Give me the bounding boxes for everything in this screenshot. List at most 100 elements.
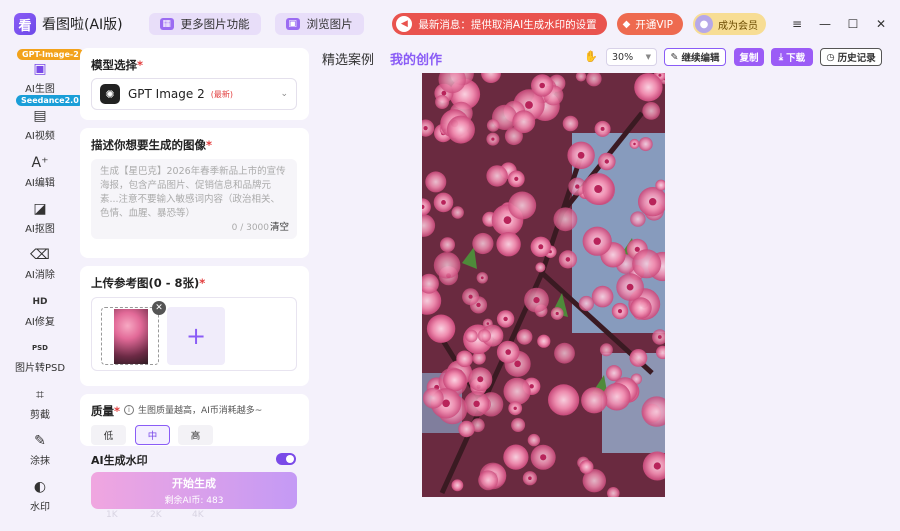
avatar: ● — [695, 15, 713, 33]
member-button[interactable]: ● 成为会员 — [693, 13, 766, 35]
download-button[interactable]: ⤓ 下载 — [771, 48, 813, 66]
sidebar-item-label: AI视频 — [25, 131, 55, 142]
sidebar-item-ai-edit[interactable]: A⁺ AI编辑 — [0, 154, 80, 189]
cherry-blossom-image — [422, 73, 665, 497]
hd-repair-icon: HD — [32, 297, 48, 307]
generated-image-preview[interactable] — [422, 73, 665, 497]
sidebar: GPT-Image-2 ▣ AI生图 Seedance2.0 ▤ AI视频 A⁺… — [0, 48, 84, 531]
vip-button[interactable]: ◆ 开通VIP — [616, 13, 683, 35]
remaining-coins: 剩余AI币: 483 — [164, 496, 224, 506]
model-select[interactable]: ✺ GPT Image 2 (最新) ⌄ — [91, 78, 297, 110]
zoom-select[interactable]: 30% ▼ — [606, 48, 657, 66]
main-tabs: 精选案例 我的创作 — [322, 49, 458, 68]
openai-icon: ✺ — [100, 84, 120, 104]
gpt-image-tag: GPT-Image-2 — [17, 49, 84, 60]
sidebar-item-label: 剪截 — [30, 410, 50, 421]
sidebar-item-ai-image[interactable]: ▣ AI生图 — [0, 60, 80, 95]
remove-thumbnail-icon[interactable]: ✕ — [152, 301, 166, 315]
sidebar-item-label: 水印 — [30, 502, 50, 513]
char-counter: 0 / 3000 — [231, 223, 269, 233]
copy-button[interactable]: 复制 — [734, 48, 764, 66]
quality-high-button[interactable]: 高 — [178, 425, 213, 445]
generate-label: 开始生成 — [172, 477, 216, 490]
app-title: 看图啦(AI版) — [42, 17, 123, 33]
model-card: 模型选择* ✺ GPT Image 2 (最新) ⌄ — [80, 48, 309, 120]
app-logo: 看 — [14, 13, 36, 35]
sidebar-item-watermark[interactable]: ◐ 水印 — [0, 478, 80, 513]
sidebar-item-crop[interactable]: ⌗ 剪截 — [0, 386, 80, 421]
tab-featured[interactable]: 精选案例 — [322, 49, 374, 68]
watermark-toggle[interactable] — [276, 453, 296, 465]
watermark-row: AI生成水印 — [80, 452, 309, 468]
ai-edit-icon: A⁺ — [31, 155, 49, 171]
prompt-input[interactable]: 生成【星巴克】2026年春季新品上市的宣传海报，包含产品图片、促销信息和品牌元素… — [91, 159, 297, 239]
member-label: 成为会员 — [718, 20, 758, 32]
upload-card: 上传参考图(0 - 8张)* ✕ + — [80, 266, 309, 386]
notice-banner[interactable]: ◀ 最新消息：提供取消AI生成水印的设置 — [392, 13, 607, 35]
clock-icon: ◷ — [826, 51, 835, 63]
chevron-down-icon: ▼ — [645, 53, 651, 61]
model-title: 模型选择* — [91, 58, 144, 72]
quality-title: 质量* — [91, 404, 121, 418]
sidebar-item-label: 涂抹 — [30, 456, 50, 467]
ghost-label: 1K — [106, 510, 118, 520]
menu-icon[interactable]: ≡ — [786, 17, 808, 31]
quality-medium-button[interactable]: 中 — [135, 425, 170, 445]
info-icon: i — [124, 404, 134, 415]
reference-thumbnail[interactable] — [101, 307, 159, 365]
watermark-label: AI生成水印 — [91, 454, 148, 467]
psd-icon: PSD — [32, 344, 48, 352]
quality-hint: i 生图质量越高，AI币消耗越多~ — [124, 403, 262, 416]
edit-icon: ✎ — [670, 51, 679, 63]
crop-icon: ⌗ — [36, 387, 44, 403]
video-icon: ▤ — [33, 108, 47, 124]
speaker-icon: ◀ — [396, 16, 413, 32]
clear-button[interactable]: 清空 — [270, 221, 289, 235]
model-name: GPT Image 2 — [128, 87, 205, 101]
add-image-button[interactable]: + — [167, 307, 225, 365]
upload-title: 上传参考图(0 - 8张)* — [91, 276, 206, 290]
vip-label: 开通VIP — [635, 18, 673, 31]
browse-images-button[interactable]: ▣ 浏览图片 — [274, 13, 364, 35]
title-bar: 看 看图啦(AI版) ▦ 更多图片功能 ▣ 浏览图片 ◀ 最新消息：提供取消AI… — [0, 0, 900, 48]
quality-low-button[interactable]: 低 — [91, 425, 126, 445]
sidebar-item-ai-cutout[interactable]: ◪ AI抠图 — [0, 200, 80, 235]
history-button[interactable]: ◷ 历史记录 — [820, 48, 882, 66]
sidebar-item-ai-video[interactable]: ▤ AI视频 — [0, 107, 80, 142]
sidebar-item-smear[interactable]: ✎ 涂抹 — [0, 432, 80, 467]
sidebar-item-label: AI抠图 — [25, 224, 55, 235]
close-icon[interactable]: ✕ — [870, 17, 892, 31]
upload-area: ✕ + — [91, 297, 297, 371]
sidebar-item-label: AI生图 — [25, 84, 55, 95]
prompt-placeholder: 生成【星巴克】2026年春季新品上市的宣传海报，包含产品图片、促销信息和品牌元素… — [100, 166, 286, 219]
more-features-label: 更多图片功能 — [180, 17, 250, 31]
new-badge: (最新) — [210, 89, 233, 99]
seedance-tag: Seedance2.0 — [16, 95, 84, 106]
grid-icon: ▦ — [159, 18, 174, 30]
maximize-icon[interactable]: ☐ — [842, 17, 864, 31]
sidebar-item-ai-erase[interactable]: ⌫ AI消除 — [0, 246, 80, 281]
chevron-down-icon: ⌄ — [280, 89, 288, 99]
sidebar-item-label: AI修复 — [25, 317, 55, 328]
zoom-value: 30% — [612, 51, 634, 63]
ghost-label: 4K — [192, 510, 204, 520]
sidebar-item-label: AI编辑 — [25, 178, 55, 189]
notice-text: 最新消息：提供取消AI生成水印的设置 — [418, 18, 597, 31]
cutout-icon: ◪ — [33, 201, 47, 217]
sidebar-item-to-psd[interactable]: PSD 图片转PSD — [0, 339, 80, 374]
quality-card: 质量* i 生图质量越高，AI币消耗越多~ 低 中 高 — [80, 394, 309, 446]
image-gen-icon: ▣ — [33, 61, 47, 77]
generate-button[interactable]: 开始生成 剩余AI币: 483 — [91, 472, 297, 509]
continue-edit-button[interactable]: ✎ 继续编辑 — [664, 48, 726, 66]
browse-images-label: 浏览图片 — [306, 17, 353, 31]
sidebar-item-label: 图片转PSD — [14, 363, 66, 374]
minimize-icon[interactable]: — — [814, 17, 836, 31]
sidebar-item-ai-repair[interactable]: HD AI修复 — [0, 293, 80, 328]
smear-icon: ✎ — [34, 433, 46, 449]
diamond-icon: ◆ — [622, 18, 631, 30]
prompt-title: 描述你想要生成的图像* — [91, 138, 213, 152]
more-features-button[interactable]: ▦ 更多图片功能 — [148, 13, 261, 35]
hand-tool-icon[interactable]: ✋ — [584, 50, 598, 63]
picture-icon: ▣ — [285, 18, 300, 30]
tab-my-creations[interactable]: 我的创作 — [390, 49, 442, 68]
